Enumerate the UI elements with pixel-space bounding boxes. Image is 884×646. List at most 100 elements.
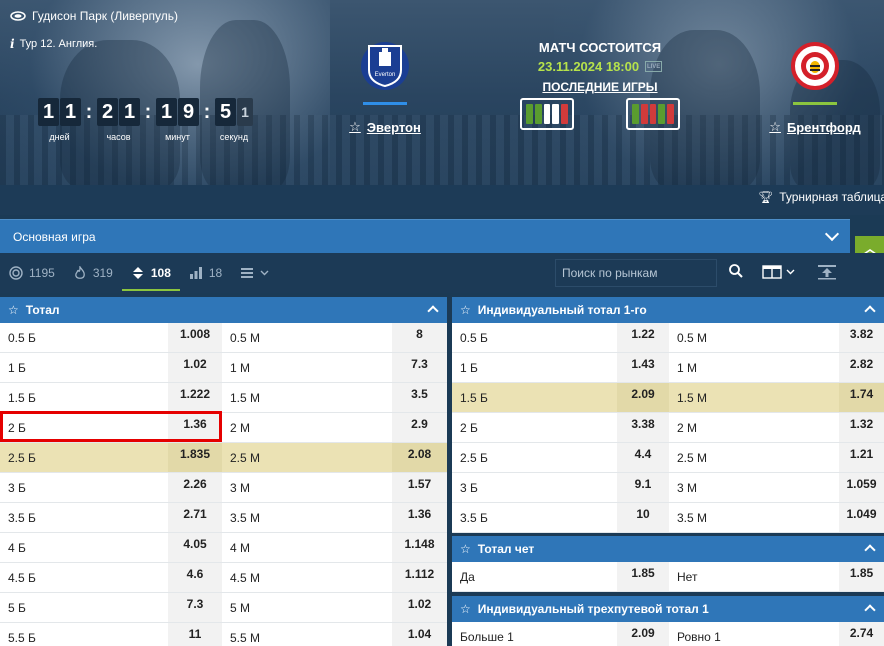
outcome-label[interactable]: 1 М: [222, 353, 392, 382]
outcome-label[interactable]: 5 М: [222, 593, 392, 622]
chevron-up-icon[interactable]: [864, 305, 876, 317]
odds-value[interactable]: 8: [392, 323, 447, 352]
search-icon[interactable]: [729, 264, 743, 278]
odds-value[interactable]: 2.9: [392, 413, 447, 442]
outcome-label[interactable]: 2 Б: [452, 413, 617, 442]
star-icon[interactable]: ☆: [769, 119, 781, 135]
odds-value[interactable]: 1.148: [392, 533, 447, 562]
outcome-label[interactable]: 5.5 Б: [0, 623, 168, 646]
outcome-label[interactable]: 2.5 Б: [0, 443, 168, 472]
outcome-label[interactable]: 2.5 Б: [452, 443, 617, 472]
odds-value[interactable]: 7.3: [168, 593, 222, 622]
standings-link[interactable]: 🏆︎ Турнирная таблица: [758, 190, 884, 204]
chevron-up-icon[interactable]: [427, 305, 439, 317]
odds-value[interactable]: 2.26: [168, 473, 222, 502]
outcome-label[interactable]: 2.5 М: [222, 443, 392, 472]
odds-value[interactable]: 1.112: [392, 563, 447, 592]
odds-value[interactable]: 2.09: [617, 383, 669, 412]
odds-value[interactable]: 2.09: [617, 622, 669, 646]
odds-value[interactable]: 1.02: [392, 593, 447, 622]
outcome-label[interactable]: 0.5 Б: [0, 323, 168, 352]
market-header-total[interactable]: ☆ Тотал: [0, 297, 447, 323]
odds-value[interactable]: 1.22: [617, 323, 669, 352]
chevron-up-icon[interactable]: [864, 604, 876, 616]
standings-label[interactable]: Турнирная таблица: [779, 190, 884, 204]
star-icon[interactable]: ☆: [460, 303, 471, 317]
odds-value[interactable]: 4.05: [168, 533, 222, 562]
outcome-label[interactable]: 2 М: [669, 413, 839, 442]
last-games-link[interactable]: ПОСЛЕДНИЕ ИГРЫ: [520, 80, 680, 94]
outcome-label[interactable]: Да: [452, 562, 617, 591]
home-team[interactable]: Everton ☆ Эвертон: [345, 42, 425, 135]
odds-value[interactable]: 10: [617, 503, 669, 532]
odds-value[interactable]: 11: [168, 623, 222, 646]
chevron-up-icon[interactable]: [864, 544, 876, 556]
layout-toggle-button[interactable]: [762, 265, 798, 279]
outcome-label[interactable]: 4 М: [222, 533, 392, 562]
away-team-name[interactable]: ☆ Брентфорд: [769, 119, 860, 135]
star-icon[interactable]: ☆: [460, 542, 471, 556]
odds-value[interactable]: 1.222: [168, 383, 222, 412]
odds-value[interactable]: 1.85: [617, 562, 669, 591]
odds-value[interactable]: 1.835: [168, 443, 222, 472]
odds-value[interactable]: 1.02: [168, 353, 222, 382]
outcome-label[interactable]: 3 М: [222, 473, 392, 502]
odds-value[interactable]: 4.6: [168, 563, 222, 592]
filter-stats[interactable]: 18: [180, 253, 231, 293]
outcome-label[interactable]: 4.5 М: [222, 563, 392, 592]
collapse-all-icon[interactable]: [817, 264, 837, 280]
home-form-box[interactable]: [520, 98, 574, 130]
odds-value[interactable]: 2.74: [839, 622, 884, 646]
odds-value[interactable]: 1.008: [168, 323, 222, 352]
market-header-3way[interactable]: ☆ Индивидуальный трехпутевой тотал 1: [452, 596, 884, 622]
filter-totals[interactable]: 108: [121, 253, 180, 293]
filter-popular[interactable]: 319: [64, 253, 122, 293]
odds-value[interactable]: 1.36: [392, 503, 447, 532]
odds-value[interactable]: 1.85: [839, 562, 884, 591]
odds-value[interactable]: 7.3: [392, 353, 447, 382]
filter-more[interactable]: [231, 253, 278, 293]
outcome-label[interactable]: Нет: [669, 562, 839, 591]
market-header-individual-total[interactable]: ☆ Индивидуальный тотал 1-го: [452, 297, 884, 323]
outcome-label[interactable]: 1 Б: [0, 353, 168, 382]
outcome-label[interactable]: 3.5 М: [222, 503, 392, 532]
outcome-label[interactable]: 3 Б: [452, 473, 617, 502]
outcome-label[interactable]: 2 М: [222, 413, 392, 442]
odds-value[interactable]: 1.74: [839, 383, 884, 412]
main-game-select[interactable]: Основная игра: [0, 219, 850, 253]
odds-value[interactable]: 1.43: [617, 353, 669, 382]
odds-value[interactable]: 1.049: [839, 503, 884, 532]
outcome-label[interactable]: 3 М: [669, 473, 839, 502]
outcome-label[interactable]: 3.5 Б: [452, 503, 617, 532]
outcome-label[interactable]: 3.5 Б: [0, 503, 168, 532]
outcome-label[interactable]: 1.5 Б: [0, 383, 168, 412]
odds-value[interactable]: 1.21: [839, 443, 884, 472]
odds-value[interactable]: 1.04: [392, 623, 447, 646]
star-icon[interactable]: ☆: [8, 303, 19, 317]
odds-value[interactable]: 2.08: [392, 443, 447, 472]
away-form-box[interactable]: [626, 98, 680, 130]
home-team-name[interactable]: ☆ Эвертон: [349, 119, 421, 135]
outcome-label[interactable]: 3 Б: [0, 473, 168, 502]
outcome-label[interactable]: 1 М: [669, 353, 839, 382]
outcome-label[interactable]: 5.5 М: [222, 623, 392, 646]
star-icon[interactable]: ☆: [460, 602, 471, 616]
odds-value[interactable]: 1.57: [392, 473, 447, 502]
outcome-label[interactable]: 4 Б: [0, 533, 168, 562]
away-team-label[interactable]: Брентфорд: [787, 120, 861, 135]
odds-value[interactable]: 2.82: [839, 353, 884, 382]
market-search-input[interactable]: [555, 259, 717, 287]
home-team-label[interactable]: Эвертон: [367, 120, 421, 135]
outcome-label[interactable]: 0.5 М: [222, 323, 392, 352]
outcome-label[interactable]: 3.5 М: [669, 503, 839, 532]
odds-value[interactable]: 3.5: [392, 383, 447, 412]
odds-value[interactable]: 1.059: [839, 473, 884, 502]
away-team[interactable]: ☆ Брентфорд: [769, 42, 861, 135]
odds-value[interactable]: 3.38: [617, 413, 669, 442]
outcome-label[interactable]: 5 Б: [0, 593, 168, 622]
outcome-label[interactable]: 1 Б: [452, 353, 617, 382]
filter-all[interactable]: 1195: [0, 253, 64, 293]
odds-value[interactable]: 2.71: [168, 503, 222, 532]
odds-value[interactable]: 1.32: [839, 413, 884, 442]
odds-value[interactable]: 3.82: [839, 323, 884, 352]
